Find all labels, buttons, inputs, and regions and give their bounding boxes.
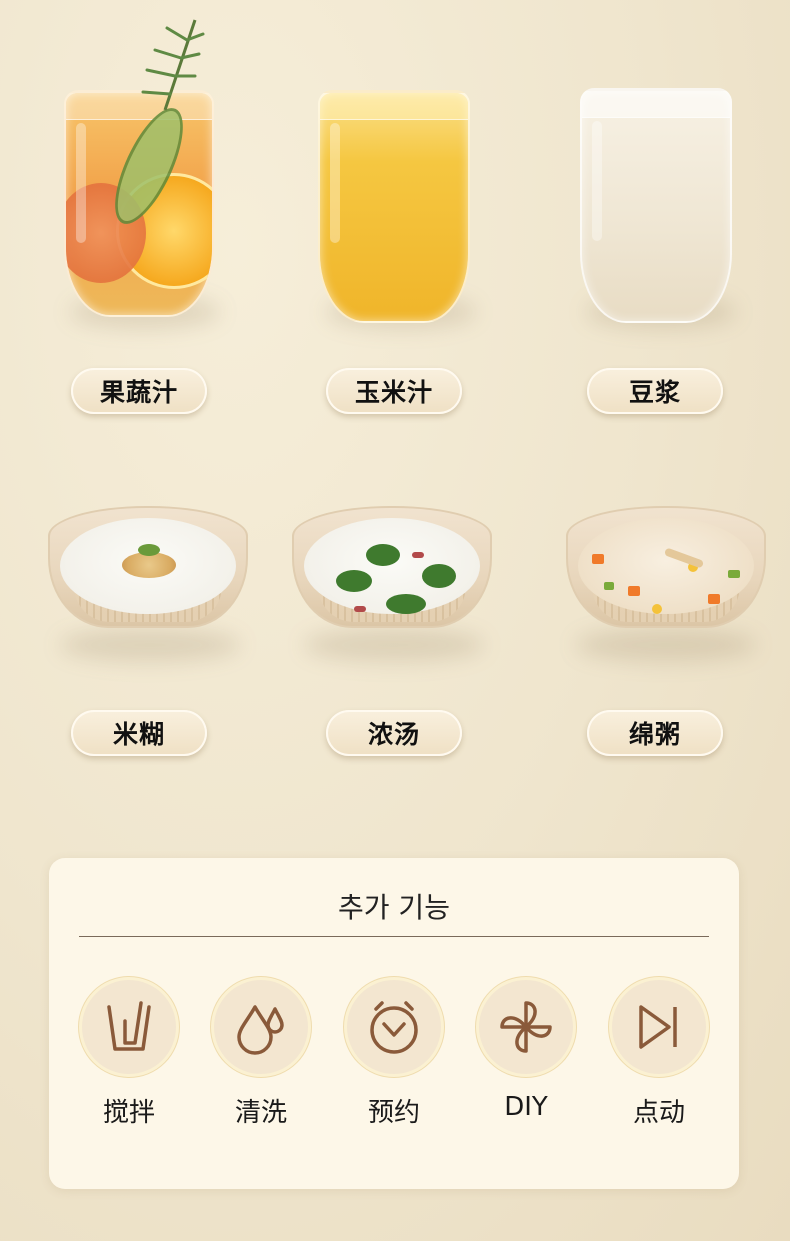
feature-icon-circle — [347, 980, 441, 1074]
blend-icon — [107, 1001, 151, 1051]
fruit-juice-glass-image — [64, 90, 214, 317]
drink-soy-milk: 豆浆 — [556, 10, 756, 430]
play-pause-icon — [639, 1005, 677, 1049]
drink-label: 豆浆 — [628, 378, 681, 407]
thick-soup-bowl-image — [292, 506, 492, 628]
features-panel: 추가 기능 搅拌 清洗 预约 DIY 点动 — [49, 858, 739, 1189]
feature-diy: DIY — [476, 980, 576, 1122]
drink-label-pill: 豆浆 — [587, 368, 723, 414]
bowl-label: 浓汤 — [367, 720, 420, 749]
feature-label: 预约 — [367, 1098, 420, 1128]
rice-paste-bowl-image — [48, 506, 248, 628]
drink-label-pill: 玉米汁 — [326, 368, 462, 414]
feature-blend: 搅拌 — [79, 980, 179, 1129]
feature-icon-circle — [82, 980, 176, 1074]
bowl-label-pill: 浓汤 — [326, 710, 462, 756]
feature-icon-circle — [612, 980, 706, 1074]
rosemary-garnish — [141, 19, 205, 111]
water-drops-icon — [237, 1005, 284, 1055]
drink-corn-juice: 玉米汁 — [296, 10, 496, 430]
feature-icon-circle — [214, 980, 308, 1074]
bowl-congee: 绵粥 — [556, 498, 766, 768]
feature-icon-circle — [479, 980, 573, 1074]
alarm-clock-icon — [370, 1001, 418, 1054]
drink-label: 玉米汁 — [354, 378, 433, 407]
pinwheel-icon — [500, 1001, 552, 1053]
bowl-label-pill: 米糊 — [71, 710, 207, 756]
divider — [79, 936, 709, 937]
congee-bowl-image — [566, 506, 766, 628]
feature-label: 点动 — [632, 1098, 685, 1128]
corn-juice-glass-image — [318, 90, 470, 323]
bowl-thick-soup: 浓汤 — [284, 498, 494, 768]
feature-clean: 清洗 — [211, 980, 311, 1129]
feature-label: DIY — [504, 1092, 548, 1122]
feature-label: 搅拌 — [102, 1098, 155, 1128]
feature-pulse: 点动 — [609, 980, 709, 1129]
features-title: 추가 기능 — [338, 891, 450, 924]
bowl-rice-paste: 米糊 — [40, 498, 250, 768]
feature-label: 清洗 — [234, 1098, 287, 1128]
soy-milk-glass-image — [580, 88, 732, 323]
drink-label-pill: 果蔬汁 — [71, 368, 207, 414]
drink-fruit-juice: 果蔬汁 — [40, 10, 240, 430]
drink-label: 果蔬汁 — [99, 378, 178, 407]
feature-schedule: 预约 — [344, 980, 444, 1129]
bowl-label: 绵粥 — [628, 720, 681, 749]
bowl-label-pill: 绵粥 — [587, 710, 723, 756]
bowl-label: 米糊 — [112, 720, 165, 749]
